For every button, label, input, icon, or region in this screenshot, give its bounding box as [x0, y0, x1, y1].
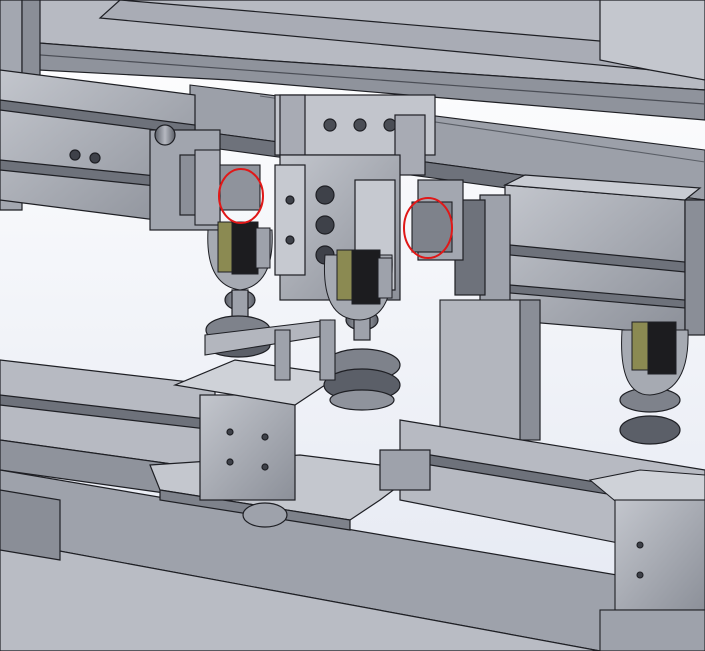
assembly-render: [0, 0, 705, 651]
cad-scene: [0, 0, 705, 651]
